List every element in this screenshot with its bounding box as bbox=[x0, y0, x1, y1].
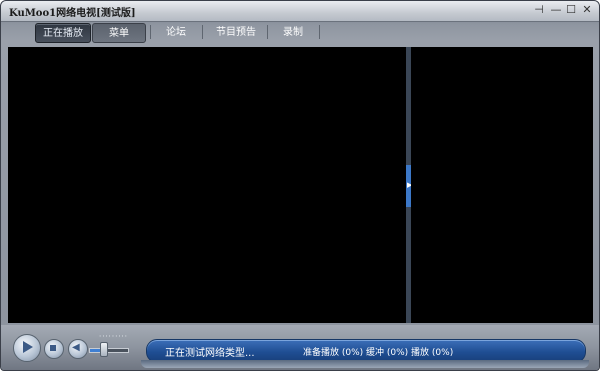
speaker-icon: ◀ bbox=[72, 342, 80, 353]
tab-menu[interactable]: 菜单 bbox=[92, 23, 146, 43]
tab-now-playing[interactable]: 正在播放 bbox=[35, 23, 91, 43]
status-panel-base bbox=[141, 360, 589, 368]
window-title: KuMoo1网络电视[测试版] bbox=[9, 8, 136, 19]
close-button[interactable]: ✕ bbox=[581, 4, 593, 16]
maximize-button[interactable]: ☐ bbox=[565, 4, 577, 16]
tab-record[interactable]: 录制 bbox=[271, 23, 315, 41]
video-area[interactable] bbox=[8, 47, 406, 323]
stop-icon bbox=[50, 345, 56, 351]
tab-separator bbox=[267, 25, 268, 39]
tab-separator bbox=[150, 25, 151, 39]
tab-forum[interactable]: 论坛 bbox=[157, 23, 195, 41]
tab-separator bbox=[202, 25, 203, 39]
app-window: KuMoo1网络电视[测试版] ⊣ — ☐ ✕ 正在播放 菜单 论坛 节目预告 … bbox=[0, 0, 600, 371]
minimize-button[interactable]: — bbox=[550, 4, 562, 16]
tab-separator bbox=[319, 25, 320, 39]
volume-scale: ''''''''' bbox=[98, 334, 128, 342]
side-panel bbox=[411, 47, 593, 323]
nav-tabs: 正在播放 菜单 论坛 节目预告 录制 bbox=[7, 21, 593, 43]
volume-knob[interactable] bbox=[100, 342, 108, 357]
status-progress: 准备播放 (0%) 缓冲 (0%) 播放 (0%) bbox=[303, 348, 454, 358]
play-icon bbox=[23, 341, 33, 353]
title-bar[interactable]: KuMoo1网络电视[测试版] ⊣ — ☐ ✕ bbox=[1, 1, 599, 22]
pin-icon[interactable]: ⊣ bbox=[533, 4, 545, 16]
status-message: 正在测试网络类型... bbox=[165, 348, 255, 359]
tab-program-guide[interactable]: 节目预告 bbox=[207, 23, 265, 41]
